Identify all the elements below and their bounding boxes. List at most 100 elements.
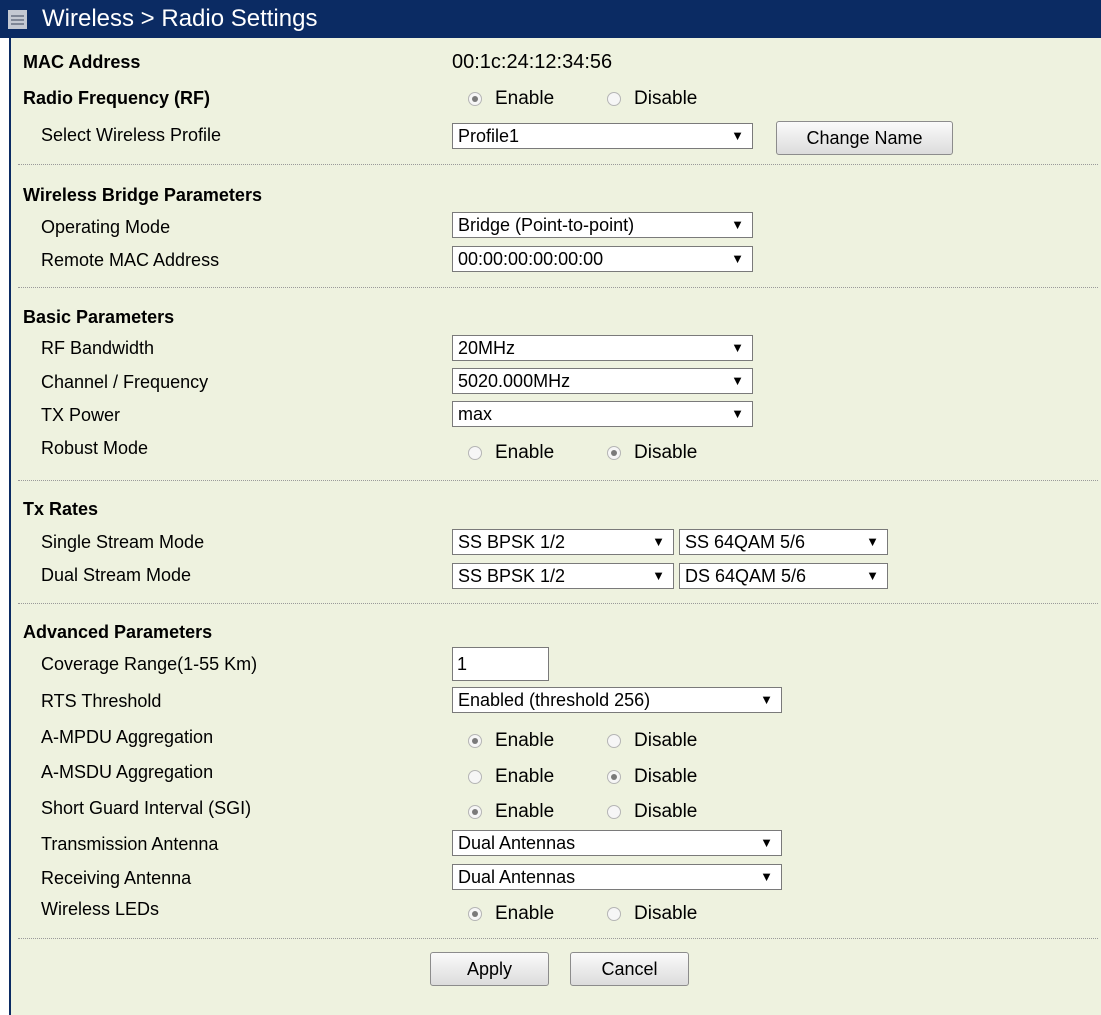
- bridge-section-title: Wireless Bridge Parameters: [23, 185, 262, 205]
- radio-frequency-label: Radio Frequency (RF): [23, 88, 211, 108]
- divider: [18, 938, 1098, 939]
- page-title: Wireless > Radio Settings: [42, 5, 318, 32]
- amsdu-label: A-MSDU Aggregation: [41, 762, 214, 782]
- dropdown-arrow-icon: ▼: [652, 568, 665, 583]
- leds-enable-label: Enable: [495, 903, 555, 924]
- dropdown-arrow-icon: ▼: [731, 217, 744, 232]
- profile-select[interactable]: Profile1 ▼: [452, 123, 753, 149]
- radio-checked-icon: [468, 92, 482, 106]
- robust-enable-label: Enable: [495, 442, 555, 463]
- rf-disable-label: Disable: [634, 88, 698, 109]
- rts-threshold-label: RTS Threshold: [41, 691, 162, 711]
- coverage-range-input[interactable]: 1: [452, 647, 549, 681]
- dropdown-arrow-icon: ▼: [731, 406, 744, 421]
- tx-power-value: max: [458, 404, 493, 424]
- mac-address-value: 00:1c:24:12:34:56: [452, 51, 613, 73]
- cancel-button[interactable]: Cancel: [570, 952, 689, 986]
- dropdown-arrow-icon: ▼: [652, 534, 665, 549]
- menu-icon[interactable]: [8, 10, 27, 29]
- dropdown-arrow-icon: ▼: [731, 251, 744, 266]
- radio-unchecked-icon: [468, 770, 482, 784]
- mac-address-label: MAC Address: [23, 52, 141, 72]
- tx-power-select[interactable]: max ▼: [452, 401, 753, 427]
- dropdown-arrow-icon: ▼: [760, 692, 773, 707]
- single-stream-from-select[interactable]: SS BPSK 1/2 ▼: [452, 529, 674, 555]
- advanced-section-title: Advanced Parameters: [23, 622, 213, 642]
- radio-unchecked-icon: [607, 805, 621, 819]
- rx-antenna-value: Dual Antennas: [458, 867, 576, 887]
- tx-antenna-select[interactable]: Dual Antennas ▼: [452, 830, 782, 856]
- rx-antenna-select[interactable]: Dual Antennas ▼: [452, 864, 782, 890]
- rx-antenna-label: Receiving Antenna: [41, 868, 192, 888]
- radio-checked-icon: [607, 446, 621, 460]
- rf-enable-label: Enable: [495, 88, 555, 109]
- remote-mac-select[interactable]: 00:00:00:00:00:00 ▼: [452, 246, 753, 272]
- dropdown-arrow-icon: ▼: [731, 128, 744, 143]
- divider: [18, 287, 1098, 288]
- radio-unchecked-icon: [607, 907, 621, 921]
- radio-checked-icon: [607, 770, 621, 784]
- tx-antenna-value: Dual Antennas: [458, 833, 576, 853]
- rts-threshold-value: Enabled (threshold 256): [458, 690, 651, 710]
- divider: [18, 164, 1098, 165]
- radio-checked-icon: [468, 734, 482, 748]
- radio-checked-icon: [468, 907, 482, 921]
- sgi-label: Short Guard Interval (SGI): [41, 798, 252, 818]
- basic-section-title: Basic Parameters: [23, 307, 175, 327]
- ampdu-disable-label: Disable: [634, 730, 698, 751]
- robust-disable-label: Disable: [634, 442, 698, 463]
- remote-mac-label: Remote MAC Address: [41, 250, 220, 270]
- profile-select-value: Profile1: [458, 126, 520, 146]
- select-profile-label: Select Wireless Profile: [41, 125, 222, 145]
- operating-mode-label: Operating Mode: [41, 217, 171, 237]
- tx-rates-section-title: Tx Rates: [23, 499, 99, 519]
- dropdown-arrow-icon: ▼: [731, 373, 744, 388]
- divider: [18, 603, 1098, 604]
- operating-mode-value: Bridge (Point-to-point): [458, 215, 635, 235]
- rf-bandwidth-select[interactable]: 20MHz ▼: [452, 335, 753, 361]
- radio-settings-panel: MAC Address 00:1c:24:12:34:56 Radio Freq…: [9, 38, 1101, 1015]
- radio-unchecked-icon: [468, 446, 482, 460]
- coverage-range-label: Coverage Range(1-55 Km): [41, 654, 258, 674]
- dropdown-arrow-icon: ▼: [866, 568, 879, 583]
- radio-unchecked-icon: [607, 92, 621, 106]
- robust-mode-label: Robust Mode: [41, 438, 149, 458]
- dual-stream-to-select[interactable]: DS 64QAM 5/6 ▼: [679, 563, 888, 589]
- rf-bandwidth-label: RF Bandwidth: [41, 338, 155, 358]
- operating-mode-select[interactable]: Bridge (Point-to-point) ▼: [452, 212, 753, 238]
- dual-stream-label: Dual Stream Mode: [41, 565, 192, 585]
- radio-checked-icon: [468, 805, 482, 819]
- apply-button[interactable]: Apply: [430, 952, 549, 986]
- leds-disable-label: Disable: [634, 903, 698, 924]
- single-stream-to-select[interactable]: SS 64QAM 5/6 ▼: [679, 529, 888, 555]
- rf-bandwidth-value: 20MHz: [458, 338, 516, 358]
- change-name-button[interactable]: Change Name: [776, 121, 953, 155]
- dropdown-arrow-icon: ▼: [731, 340, 744, 355]
- rts-threshold-select[interactable]: Enabled (threshold 256) ▼: [452, 687, 782, 713]
- radio-unchecked-icon: [607, 734, 621, 748]
- single-stream-from-value: SS BPSK 1/2: [458, 532, 566, 552]
- dropdown-arrow-icon: ▼: [866, 534, 879, 549]
- ampdu-label: A-MPDU Aggregation: [41, 727, 214, 747]
- wireless-leds-label: Wireless LEDs: [41, 899, 160, 919]
- remote-mac-value: 00:00:00:00:00:00: [458, 249, 604, 269]
- single-stream-to-value: SS 64QAM 5/6: [685, 532, 806, 552]
- amsdu-enable-label: Enable: [495, 766, 555, 787]
- dual-stream-to-value: DS 64QAM 5/6: [685, 566, 807, 586]
- page-header: Wireless > Radio Settings: [0, 0, 1101, 38]
- amsdu-disable-label: Disable: [634, 766, 698, 787]
- channel-frequency-value: 5020.000MHz: [458, 371, 571, 391]
- dropdown-arrow-icon: ▼: [760, 869, 773, 884]
- tx-antenna-label: Transmission Antenna: [41, 834, 219, 854]
- tx-power-label: TX Power: [41, 405, 121, 425]
- channel-frequency-select[interactable]: 5020.000MHz ▼: [452, 368, 753, 394]
- single-stream-label: Single Stream Mode: [41, 532, 205, 552]
- dual-stream-from-select[interactable]: SS BPSK 1/2 ▼: [452, 563, 674, 589]
- dual-stream-from-value: SS BPSK 1/2: [458, 566, 566, 586]
- sgi-disable-label: Disable: [634, 801, 698, 822]
- dropdown-arrow-icon: ▼: [760, 835, 773, 850]
- ampdu-enable-label: Enable: [495, 730, 555, 751]
- divider: [18, 480, 1098, 481]
- channel-frequency-label: Channel / Frequency: [41, 372, 209, 392]
- sgi-enable-label: Enable: [495, 801, 555, 822]
